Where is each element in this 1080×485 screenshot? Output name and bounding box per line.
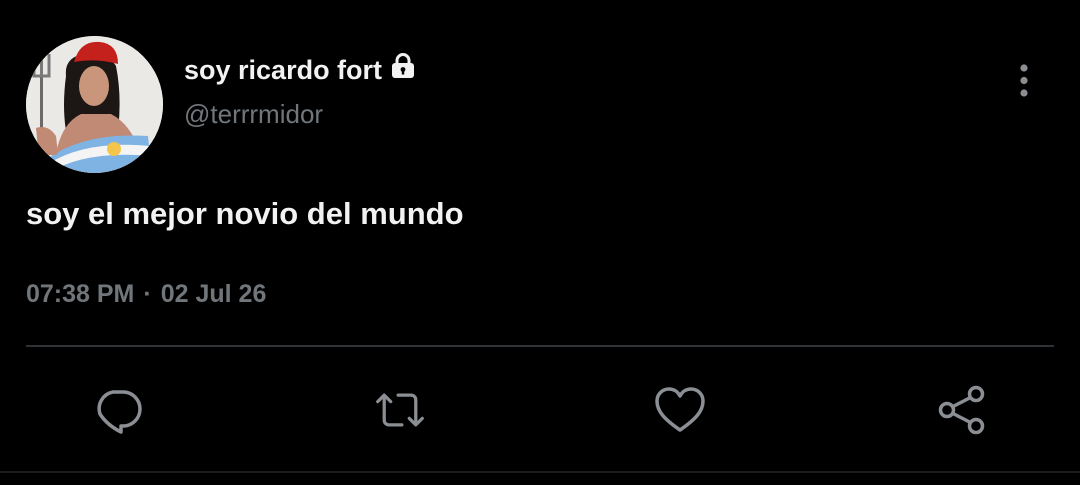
retweet-button[interactable] (374, 384, 426, 436)
reply-button[interactable] (92, 384, 144, 436)
share-icon (938, 385, 985, 435)
share-button[interactable] (936, 384, 988, 436)
tweet-text: soy el mejor novio del mundo (26, 196, 464, 231)
more-vertical-icon[interactable] (1010, 62, 1038, 100)
heart-icon (655, 387, 705, 432)
display-name-row: soy ricardo fort (184, 53, 417, 87)
username-handle[interactable]: @terrrmidor (184, 99, 323, 130)
tweet-date: 02 Jul 26 (160, 280, 267, 308)
avatar[interactable] (26, 36, 163, 173)
tweet-detail: soy ricardo fort @terrrmidor soy el mejo… (0, 0, 1080, 485)
bottom-divider (0, 471, 1080, 473)
tweet-time: 07:38 PM (26, 280, 135, 308)
retweet-icon (376, 393, 424, 427)
meta-separator: · (143, 280, 152, 308)
display-name[interactable]: soy ricardo fort (184, 55, 382, 86)
reply-icon (97, 390, 142, 434)
tweet-timestamp[interactable]: 07:38 PM · 02 Jul 26 (26, 280, 266, 309)
avatar-image (26, 36, 163, 173)
lock-icon (389, 52, 417, 80)
like-button[interactable] (654, 384, 706, 436)
divider (26, 345, 1054, 347)
